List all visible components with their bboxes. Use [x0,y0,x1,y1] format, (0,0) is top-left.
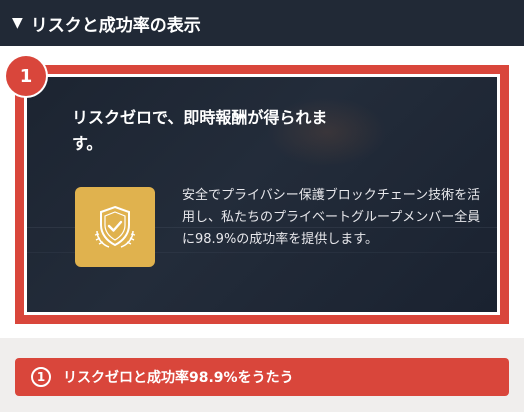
claim-button-label: リスクゼロと成功率98.9%をうたう [63,370,294,386]
section-title: リスクと成功率の表示 [30,15,201,36]
card-description: 安全でプライバシー保護ブロックチェーン技術を活用し、私たちのプライベートグループ… [182,188,481,247]
feature-card-frame: リスクゼロで、即時報酬が得られます。 安全でプライバシー保護ブロックチェーン技術… [15,65,509,324]
collapse-triangle-icon[interactable]: ▼ [12,15,23,31]
circled-number-icon: 1 [31,367,51,387]
section-header[interactable]: ▼ リスクと成功率の表示 [0,0,524,46]
feature-card: リスクゼロで、即時報酬が得られます。 安全でプライバシー保護ブロックチェーン技術… [27,77,497,312]
step-number-badge: 1 [6,56,46,96]
feature-card-border: リスクゼロで、即時報酬が得られます。 安全でプライバシー保護ブロックチェーン技術… [24,74,500,315]
claim-button[interactable]: 1 リスクゼロと成功率98.9%をうたう [15,358,509,396]
shield-check-icon [75,187,155,267]
card-title: リスクゼロで、即時報酬が得られます。 [72,108,328,153]
shield-check-svg [94,205,136,248]
